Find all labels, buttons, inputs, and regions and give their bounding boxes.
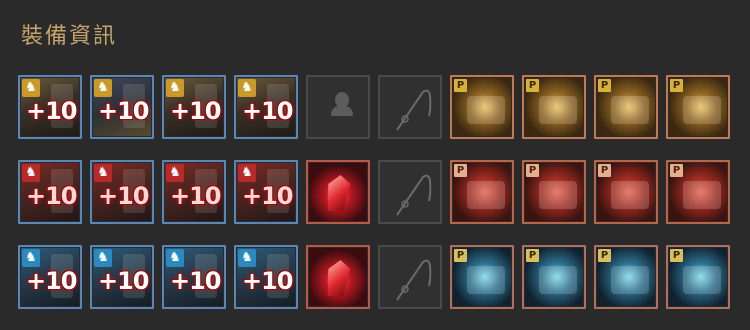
enhance-level: +10: [26, 97, 78, 125]
item-art: [611, 266, 649, 294]
horse-badge-icon: ♞: [238, 249, 256, 267]
item-art: [467, 266, 505, 294]
horse-badge-icon: ♞: [238, 79, 256, 97]
item-art: [611, 96, 649, 124]
ship-part-slot[interactable]: P: [450, 75, 514, 139]
horse-badge-icon: ♞: [166, 79, 184, 97]
ship-part-slot[interactable]: P: [594, 160, 658, 224]
item-art: [467, 181, 505, 209]
premium-badge: P: [526, 249, 539, 262]
crystal-gem: [324, 175, 351, 211]
gear-slot[interactable]: ♞ +10: [234, 160, 298, 224]
gear-slot[interactable]: ♞ +10: [90, 75, 154, 139]
item-art: [683, 181, 721, 209]
ship-part-slot[interactable]: P: [666, 245, 730, 309]
enhance-level: +10: [170, 182, 222, 210]
gear-slot[interactable]: ♞ +10: [90, 160, 154, 224]
enhance-level: +10: [26, 182, 78, 210]
empty-slot[interactable]: [378, 75, 442, 139]
fishing-rod-icon: [381, 78, 439, 136]
ship-part-slot[interactable]: P: [450, 245, 514, 309]
ship-part-slot[interactable]: P: [522, 75, 586, 139]
enhance-level: +10: [170, 267, 222, 295]
enhance-level: +10: [242, 97, 294, 125]
horse-badge-icon: ♞: [238, 164, 256, 182]
panel-title: 裝備資訊: [21, 24, 118, 49]
premium-badge: P: [526, 79, 539, 92]
fishing-rod-shape: [393, 171, 433, 219]
premium-badge: P: [598, 79, 611, 92]
premium-badge: P: [454, 249, 467, 262]
premium-badge: P: [670, 79, 683, 92]
horse-badge-icon: ♞: [22, 249, 40, 267]
horse-badge-icon: ♞: [22, 164, 40, 182]
ship-part-slot[interactable]: P: [666, 75, 730, 139]
premium-badge: P: [598, 164, 611, 177]
helmet-base: [331, 106, 353, 116]
gear-slot[interactable]: ♞ +10: [162, 245, 226, 309]
fishing-rod-icon: [381, 163, 439, 221]
crystal-slot[interactable]: [306, 160, 370, 224]
ship-part-slot[interactable]: P: [522, 245, 586, 309]
gear-slot[interactable]: ♞ +10: [162, 160, 226, 224]
ship-part-slot[interactable]: P: [594, 75, 658, 139]
horse-badge-icon: ♞: [94, 249, 112, 267]
horse-badge-icon: ♞: [166, 164, 184, 182]
horse-badge-icon: ♞: [22, 79, 40, 97]
gear-slot[interactable]: ♞ +10: [234, 75, 298, 139]
ship-part-slot[interactable]: P: [522, 160, 586, 224]
enhance-level: +10: [170, 97, 222, 125]
fishing-rod-shape: [393, 86, 433, 134]
item-art: [467, 96, 505, 124]
item-art: [539, 266, 577, 294]
empty-slot[interactable]: [306, 75, 370, 139]
premium-badge: P: [526, 164, 539, 177]
gear-slot[interactable]: ♞ +10: [162, 75, 226, 139]
item-art: [611, 181, 649, 209]
crystal-gem: [324, 260, 351, 296]
gear-slot[interactable]: ♞ +10: [18, 160, 82, 224]
horse-badge-icon: ♞: [94, 79, 112, 97]
item-art: [683, 96, 721, 124]
enhance-level: +10: [98, 182, 150, 210]
enhance-level: +10: [98, 267, 150, 295]
fishing-rod-shape: [393, 256, 433, 304]
red-crystal-icon: [309, 163, 367, 221]
crystal-slot[interactable]: [306, 245, 370, 309]
empty-slot[interactable]: [378, 245, 442, 309]
enhance-level: +10: [242, 182, 294, 210]
premium-badge: P: [670, 164, 683, 177]
enhance-level: +10: [26, 267, 78, 295]
gear-slot[interactable]: ♞ +10: [234, 245, 298, 309]
horse-badge-icon: ♞: [94, 164, 112, 182]
enhance-level: +10: [98, 97, 150, 125]
helmet-silhouette-icon: [309, 78, 367, 136]
item-art: [683, 266, 721, 294]
empty-slot[interactable]: [378, 160, 442, 224]
premium-badge: P: [598, 249, 611, 262]
premium-badge: P: [670, 249, 683, 262]
premium-badge: P: [454, 164, 467, 177]
fishing-rod-icon: [381, 248, 439, 306]
ship-part-slot[interactable]: P: [450, 160, 514, 224]
gear-slot[interactable]: ♞ +10: [90, 245, 154, 309]
red-crystal-icon: [309, 248, 367, 306]
ship-part-slot[interactable]: P: [666, 160, 730, 224]
item-art: [539, 181, 577, 209]
ship-part-slot[interactable]: P: [594, 245, 658, 309]
item-art: [539, 96, 577, 124]
premium-badge: P: [454, 79, 467, 92]
gear-slot[interactable]: ♞ +10: [18, 75, 82, 139]
enhance-level: +10: [242, 267, 294, 295]
gear-slot[interactable]: ♞ +10: [18, 245, 82, 309]
horse-badge-icon: ♞: [166, 249, 184, 267]
